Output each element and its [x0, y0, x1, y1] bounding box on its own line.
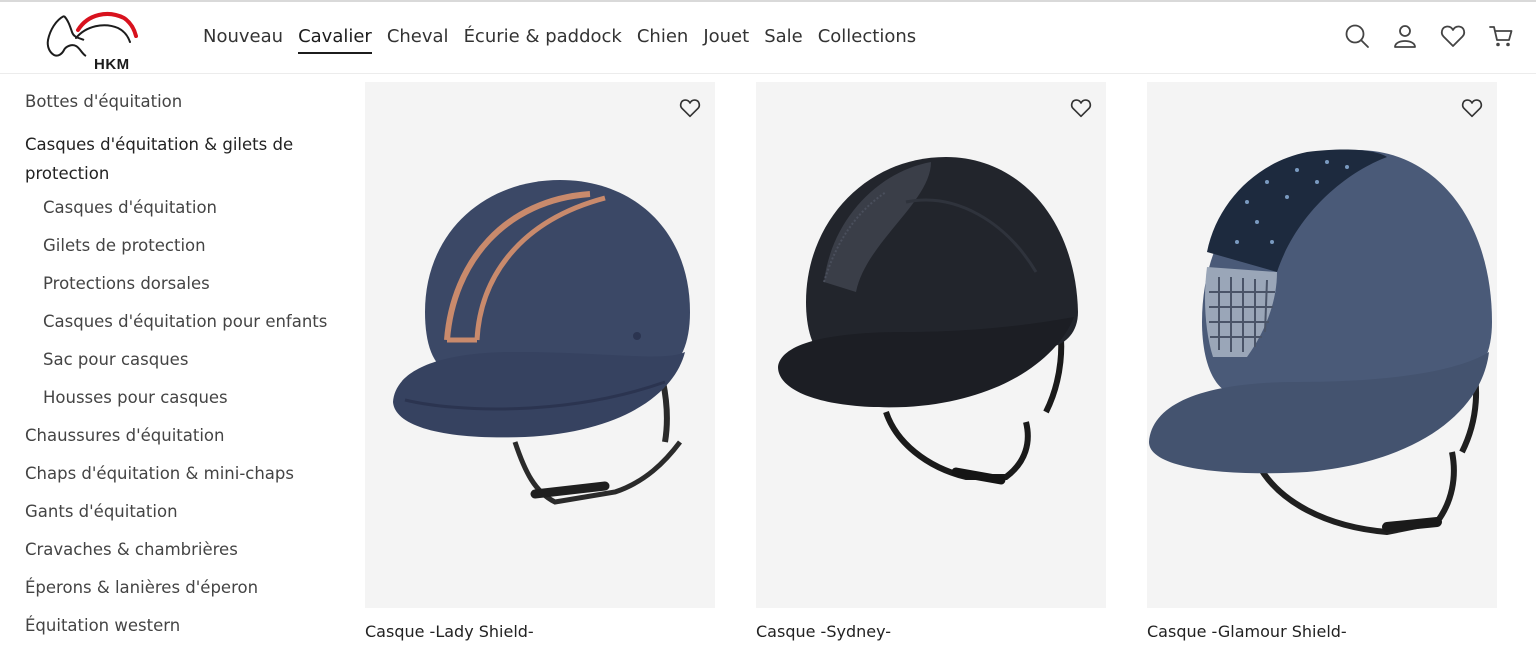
product-card[interactable]: Casque -Glamour Shield-	[1147, 82, 1497, 641]
product-card[interactable]: Casque -Lady Shield-	[365, 82, 715, 641]
sidebar-item-gants[interactable]: Gants d'équitation	[25, 494, 345, 532]
sidebar-item-cravaches[interactable]: Cravaches & chambrières	[25, 532, 345, 570]
sidebar-item-sac-casques[interactable]: Sac pour casques	[25, 342, 345, 380]
brand-logo-text: HKM	[94, 56, 130, 73]
sidebar-item-chaussures[interactable]: Chaussures d'équitation	[25, 418, 345, 456]
sidebar-item-protections-dorsales[interactable]: Protections dorsales	[25, 266, 345, 304]
nav-item-collections[interactable]: Collections	[818, 26, 916, 54]
nav-item-ecurie-paddock[interactable]: Écurie & paddock	[464, 26, 622, 54]
header-actions	[1344, 22, 1514, 50]
sidebar-item-eperons[interactable]: Éperons & lanières d'éperon	[25, 570, 345, 608]
product-image[interactable]	[1147, 82, 1497, 608]
sidebar-item-western[interactable]: Équitation western	[25, 608, 345, 646]
product-card[interactable]: Casque -Sydney-	[756, 82, 1106, 641]
product-image[interactable]	[756, 82, 1106, 608]
cart-icon[interactable]	[1488, 22, 1514, 50]
product-name[interactable]: Casque -Glamour Shield-	[1147, 622, 1497, 641]
nav-item-sale[interactable]: Sale	[764, 26, 803, 54]
wishlist-heart-icon[interactable]	[1068, 96, 1094, 120]
nav-item-chien[interactable]: Chien	[637, 26, 688, 54]
site-header: HKM Nouveau Cavalier Cheval Écurie & pad…	[0, 2, 1536, 74]
heart-icon[interactable]	[1440, 22, 1466, 50]
sidebar-item-housses-casques[interactable]: Housses pour casques	[25, 380, 345, 418]
category-sidebar: Bottes d'équitation Casques d'équitation…	[25, 84, 345, 646]
sidebar-item-chaps[interactable]: Chaps d'équitation & mini-chaps	[25, 456, 345, 494]
sidebar-item-bottes[interactable]: Bottes d'équitation	[25, 84, 345, 122]
user-icon[interactable]	[1392, 22, 1418, 50]
product-image[interactable]	[365, 82, 715, 608]
product-name[interactable]: Casque -Sydney-	[756, 622, 1106, 641]
brand-logo[interactable]: HKM	[42, 8, 142, 73]
sidebar-item-casques-enfants[interactable]: Casques d'équitation pour enfants	[25, 304, 345, 342]
search-icon[interactable]	[1344, 22, 1370, 50]
wishlist-heart-icon[interactable]	[1459, 96, 1485, 120]
nav-item-cavalier[interactable]: Cavalier	[298, 26, 372, 54]
nav-item-nouveau[interactable]: Nouveau	[203, 26, 283, 54]
wishlist-heart-icon[interactable]	[677, 96, 703, 120]
helmet-image	[393, 180, 690, 505]
sidebar-item-gilets[interactable]: Gilets de protection	[25, 228, 345, 266]
main-navigation: Nouveau Cavalier Cheval Écurie & paddock…	[203, 26, 931, 54]
helmet-image	[1149, 149, 1492, 536]
sidebar-item-casques-gilets[interactable]: Casques d'équitation & gilets de protect…	[25, 122, 345, 190]
helmet-image	[778, 157, 1078, 485]
product-name[interactable]: Casque -Lady Shield-	[365, 622, 715, 641]
sidebar-item-casques[interactable]: Casques d'équitation	[25, 190, 345, 228]
nav-item-jouet[interactable]: Jouet	[703, 26, 749, 54]
nav-item-cheval[interactable]: Cheval	[387, 26, 449, 54]
